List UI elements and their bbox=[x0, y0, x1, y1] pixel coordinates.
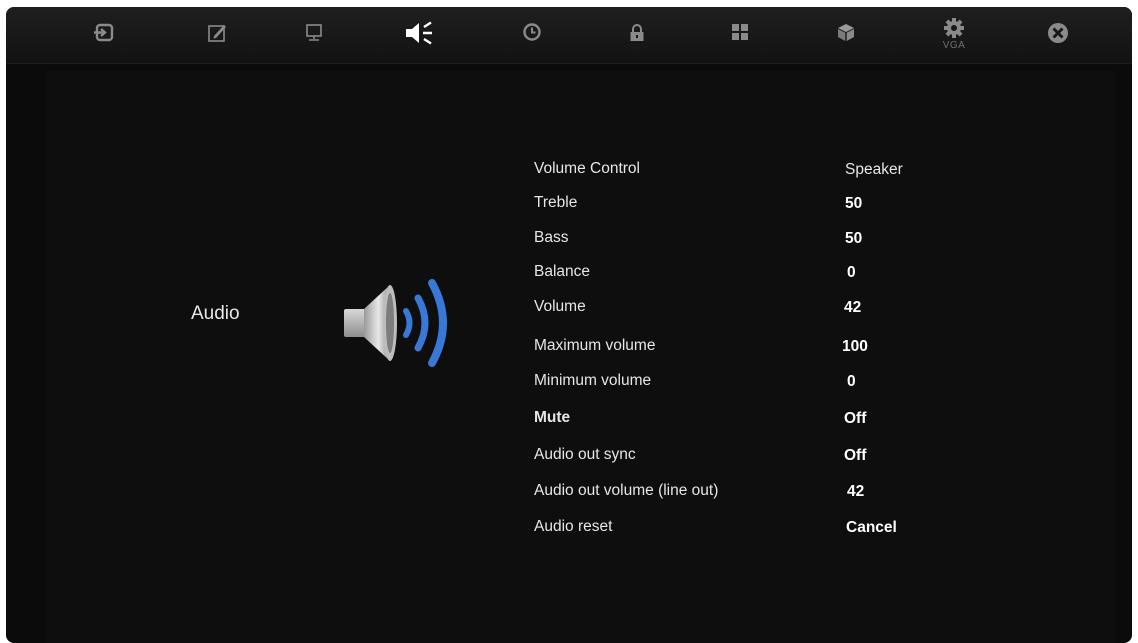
setting-audio-out-sync[interactable]: Audio out sync Off bbox=[534, 446, 954, 470]
setting-label: Treble bbox=[534, 194, 578, 211]
tab-advanced[interactable] bbox=[816, 7, 876, 63]
setting-value: 100 bbox=[842, 338, 868, 355]
cube-icon bbox=[838, 24, 854, 41]
tab-source-settings[interactable]: VGA bbox=[924, 7, 984, 63]
tab-audio[interactable] bbox=[389, 7, 449, 63]
setting-treble[interactable]: Treble 50 bbox=[534, 194, 954, 218]
speaker-sound-icon bbox=[340, 273, 460, 378]
tab-lock[interactable] bbox=[607, 7, 667, 63]
setting-label: Volume bbox=[534, 298, 586, 315]
tab-exit[interactable] bbox=[1028, 7, 1088, 63]
setting-label: Audio reset bbox=[534, 518, 613, 535]
section-title: Audio bbox=[191, 303, 240, 324]
setting-minimum-volume[interactable]: Minimum volume 0 bbox=[534, 372, 954, 396]
tab-time[interactable] bbox=[502, 7, 562, 63]
menu-tab-bar: VGA bbox=[6, 7, 1132, 64]
setting-value: 42 bbox=[844, 299, 862, 316]
input-icon bbox=[94, 23, 114, 42]
tab-input[interactable] bbox=[74, 7, 134, 63]
setting-label: Balance bbox=[534, 263, 591, 280]
close-icon bbox=[1048, 23, 1068, 43]
setting-value: Speaker bbox=[845, 161, 903, 178]
setting-mute[interactable]: Mute Off bbox=[534, 409, 954, 433]
tab-display[interactable] bbox=[284, 7, 344, 63]
monitor-icon bbox=[306, 24, 322, 41]
setting-audio-reset[interactable]: Audio reset Cancel bbox=[534, 518, 954, 542]
setting-label: Volume Control bbox=[534, 160, 640, 177]
tab-apps[interactable] bbox=[710, 7, 770, 63]
clock-icon bbox=[523, 23, 541, 41]
edit-icon bbox=[208, 25, 226, 42]
setting-label: Minimum volume bbox=[534, 372, 652, 389]
setting-label: Bass bbox=[534, 229, 569, 246]
lock-icon bbox=[630, 24, 644, 41]
grid-icon bbox=[732, 24, 748, 40]
tab-source-caption: VGA bbox=[942, 40, 966, 51]
setting-value: 50 bbox=[845, 230, 863, 247]
setting-value: Cancel bbox=[846, 519, 897, 536]
setting-volume[interactable]: Volume 42 bbox=[534, 298, 954, 322]
setting-value: 50 bbox=[845, 195, 863, 212]
setting-bass[interactable]: Bass 50 bbox=[534, 229, 954, 253]
setting-label: Maximum volume bbox=[534, 337, 656, 354]
setting-value: 0 bbox=[847, 264, 856, 281]
setting-value: Off bbox=[844, 410, 867, 427]
setting-label: Audio out sync bbox=[534, 446, 636, 463]
setting-audio-out-volume[interactable]: Audio out volume (line out) 42 bbox=[534, 482, 954, 506]
osd-screen: VGA Audio Volume Control Speaker Treble … bbox=[6, 7, 1132, 643]
setting-label: Audio out volume (line out) bbox=[534, 482, 719, 499]
setting-value: Off bbox=[844, 447, 867, 464]
setting-value: 42 bbox=[847, 483, 865, 500]
setting-maximum-volume[interactable]: Maximum volume 100 bbox=[534, 337, 954, 361]
gear-icon bbox=[944, 18, 964, 38]
setting-label: Mute bbox=[534, 409, 571, 426]
speaker-icon bbox=[406, 21, 432, 45]
setting-volume-control[interactable]: Volume Control Speaker bbox=[534, 160, 954, 184]
setting-balance[interactable]: Balance 0 bbox=[534, 263, 954, 287]
setting-value: 0 bbox=[847, 373, 856, 390]
tab-picture[interactable] bbox=[187, 7, 247, 63]
